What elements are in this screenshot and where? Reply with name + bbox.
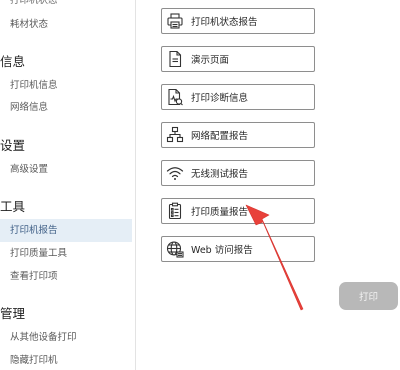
network-config-report-button[interactable]: 网络配置报告 (161, 122, 315, 148)
sidebar-header-settings: 设置 (0, 138, 26, 153)
sidebar-item-network-info[interactable]: 网络信息 (0, 97, 135, 119)
report-label: 演示页面 (191, 55, 230, 66)
report-label: Web 访问报告 (191, 245, 253, 256)
report-label: 打印诊断信息 (191, 93, 249, 104)
print-diagnostic-info-button[interactable]: 打印诊断信息 (161, 84, 315, 110)
printer-status-report-button[interactable]: 打印机状态报告 (161, 8, 315, 34)
sidebar-item-hide-printer[interactable]: 隐藏打印机 (0, 350, 135, 370)
web-access-report-button[interactable]: Web 访问报告 (161, 236, 315, 262)
sidebar-header-information: 信息 (0, 54, 26, 69)
report-label: 打印质量报告 (191, 207, 249, 218)
report-label: 无线测试报告 (191, 169, 249, 180)
sidebar-header-manage: 管理 (0, 306, 26, 321)
print-button[interactable]: 打印 (339, 282, 398, 310)
web-icon (163, 237, 187, 261)
sidebar-item-view-print-items[interactable]: 查看打印项 (0, 266, 135, 288)
document-icon (163, 47, 187, 71)
print-quality-report-button[interactable]: 打印质量报告 (161, 198, 315, 224)
sidebar-item-advanced-settings[interactable]: 高级设置 (0, 159, 135, 181)
printer-icon (163, 9, 187, 33)
sidebar-item-printer-reports[interactable]: 打印机报告 (0, 219, 132, 242)
printer-app: 打印机状态 耗材状态 信息 打印机信息 网络信息 设置 高级设置 工具 打印机报… (0, 0, 400, 370)
report-label: 打印机状态报告 (191, 17, 258, 28)
sidebar-item-printer-info[interactable]: 打印机信息 (0, 75, 135, 97)
diagnostic-icon (163, 85, 187, 109)
sidebar-item-supplies-status[interactable]: 耗材状态 (0, 14, 135, 36)
sidebar-item-print-from-other-devices[interactable]: 从其他设备打印 (0, 327, 135, 349)
sidebar-item-print-quality-tools[interactable]: 打印质量工具 (0, 243, 135, 265)
report-label: 网络配置报告 (191, 131, 249, 142)
demo-page-button[interactable]: 演示页面 (161, 46, 315, 72)
sidebar-header-tools: 工具 (0, 199, 26, 214)
network-icon (163, 123, 187, 147)
sidebar-item-printer-status[interactable]: 打印机状态 (0, 0, 135, 11)
quality-report-icon (163, 199, 187, 223)
sidebar-nav: 打印机状态 耗材状态 信息 打印机信息 网络信息 设置 高级设置 工具 打印机报… (0, 0, 136, 370)
wifi-icon (163, 161, 187, 185)
wireless-test-report-button[interactable]: 无线测试报告 (161, 160, 315, 186)
